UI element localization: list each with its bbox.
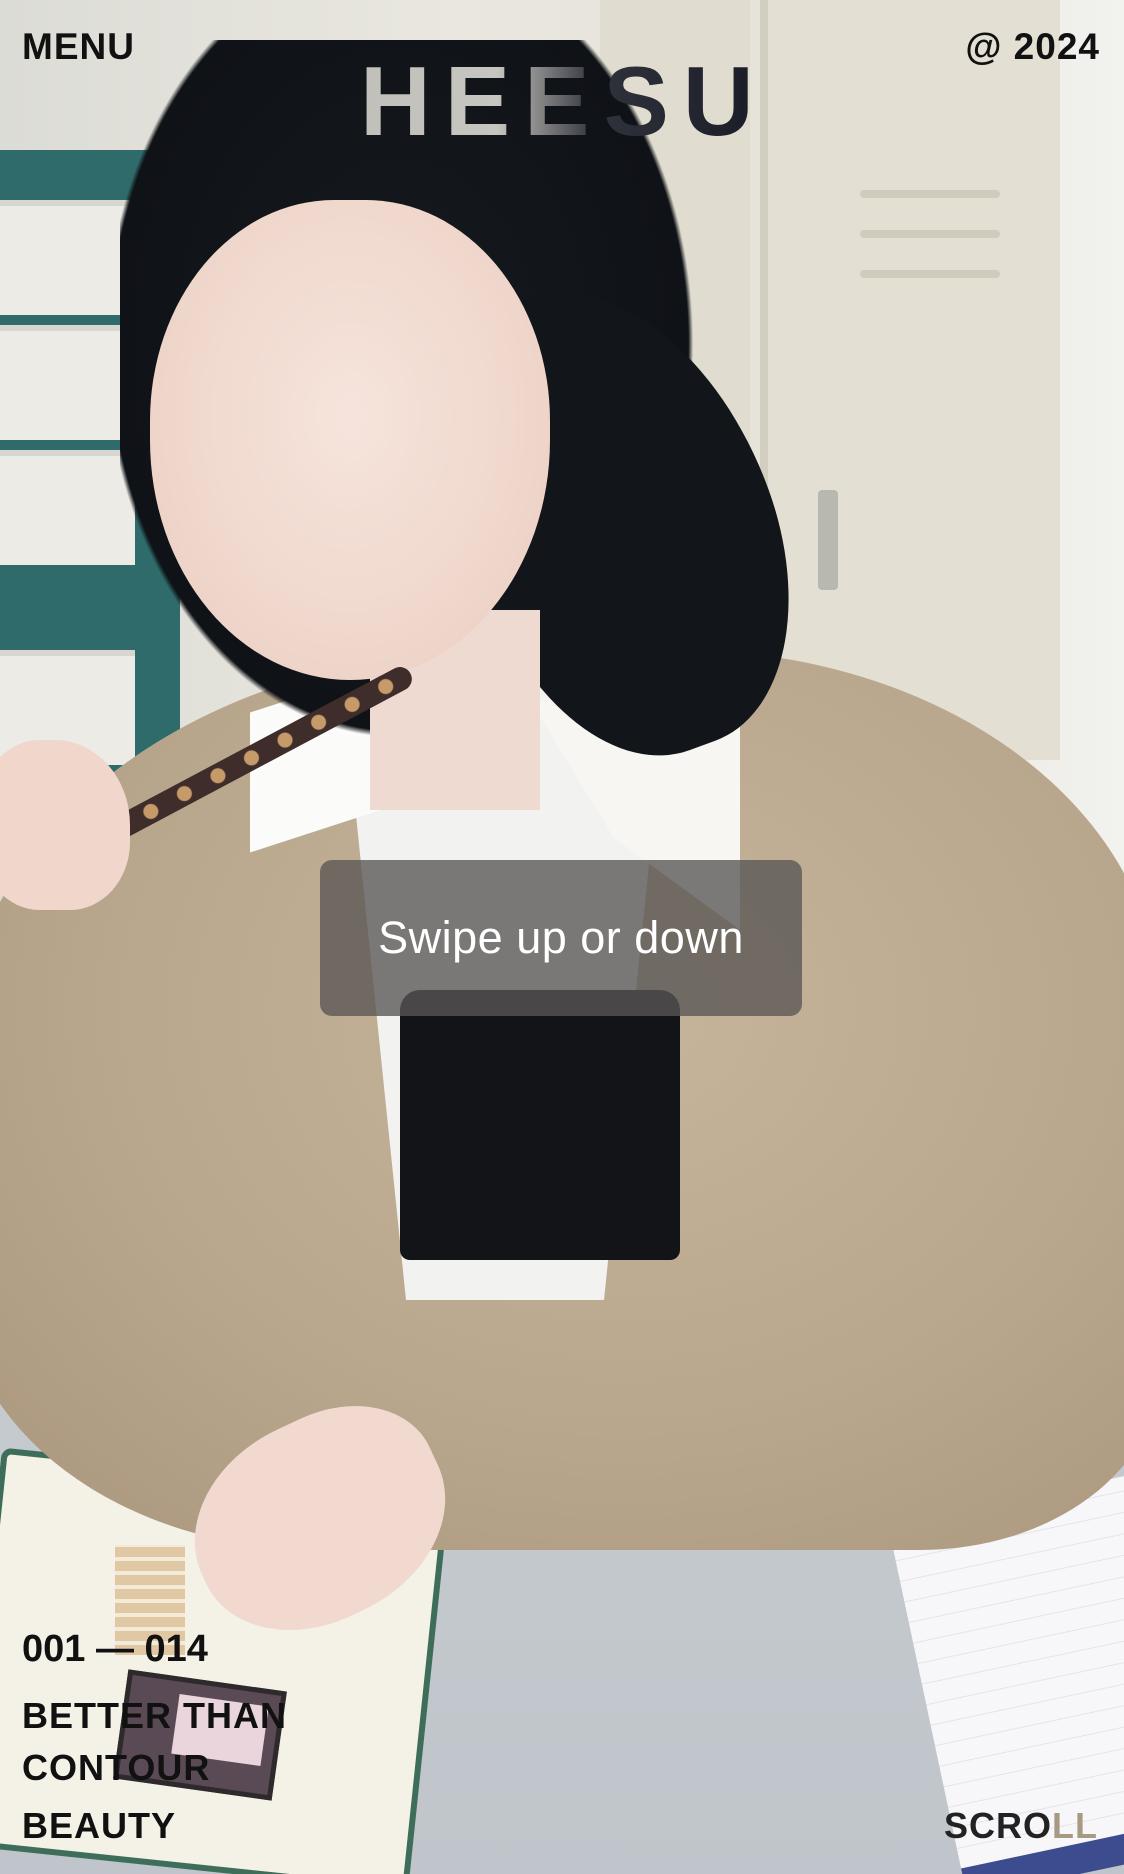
cabinet-drawer <box>0 200 135 315</box>
menu-button[interactable]: MENU <box>22 26 135 68</box>
feature-category: BEAUTY <box>22 1805 177 1846</box>
cabinet-drawer <box>0 325 135 440</box>
slide-counter: 001 — 014 <box>22 1628 208 1670</box>
locker-vent <box>860 270 1000 278</box>
locker-door <box>760 0 1060 760</box>
year-label: @ 2024 <box>965 26 1100 67</box>
locker-handle <box>818 490 838 590</box>
scroll-indicator[interactable]: SCROLL <box>944 1805 1098 1847</box>
gesture-hint-text: Swipe up or down <box>378 912 744 963</box>
locker-vent <box>860 190 1000 198</box>
model-face <box>150 200 550 680</box>
gesture-hint-toast: Swipe up or down <box>320 860 802 1016</box>
locker-vent <box>860 230 1000 238</box>
cabinet-drawer <box>0 450 135 565</box>
brand-logo[interactable]: HEESU <box>360 52 754 150</box>
model-inner-top <box>400 990 680 1260</box>
feature-title[interactable]: BETTER THAN CONTOUR <box>22 1690 287 1794</box>
